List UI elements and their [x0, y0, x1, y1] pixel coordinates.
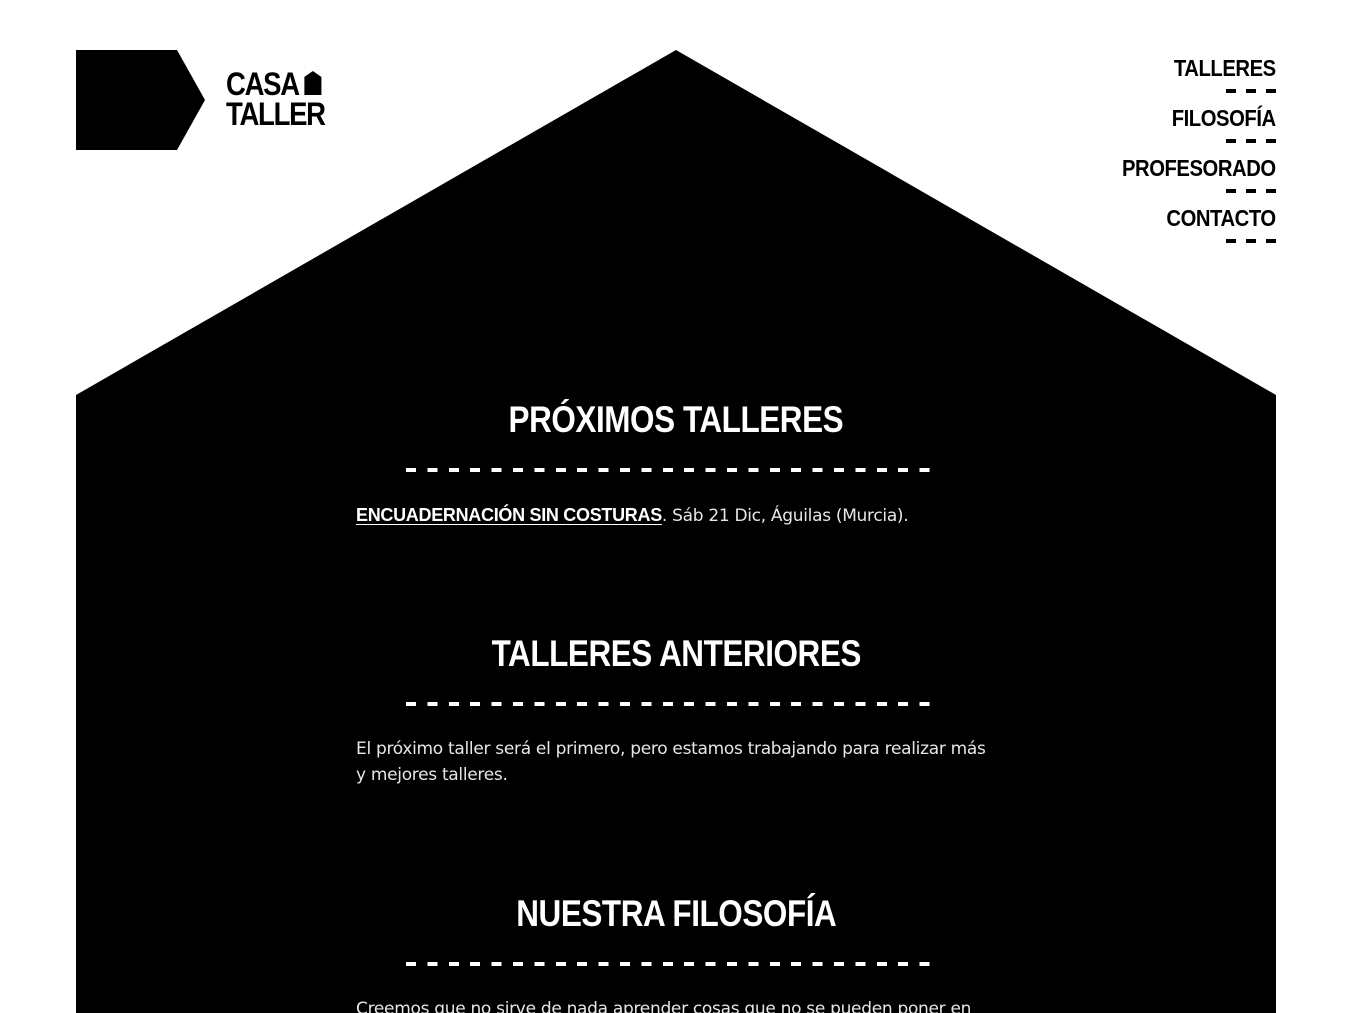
previous-workshops-text: El próximo taller será el primero, pero … [356, 739, 986, 785]
casa-taller-logo[interactable]: CASA TALLER [76, 50, 336, 150]
section-previous-workshops: TALLERES ANTERIORES El próximo taller se… [356, 634, 996, 788]
logo-wordmark: CASA TALLER [226, 68, 326, 132]
dashed-divider [406, 962, 941, 966]
section-title: NUESTRA FILOSOFÍA [515, 893, 837, 934]
section-title: PRÓXIMOS TALLERES [508, 399, 844, 440]
nav-item-talleres[interactable]: TALLERES [1101, 54, 1276, 104]
section-upcoming-workshops: PRÓXIMOS TALLERES ENCUADERNACIÓN SIN COS… [356, 400, 996, 529]
nav-item-label: FILOSOFÍA [1172, 105, 1276, 131]
section-title: TALLERES ANTERIORES [491, 633, 861, 674]
nav-dashed-underline [1226, 189, 1276, 193]
philosophy-text: Creemos que no sirve de nada aprender co… [356, 999, 972, 1013]
logo-line-2: TALLER [226, 96, 326, 132]
nav-dashed-underline [1226, 239, 1276, 243]
workshop-link[interactable]: ENCUADERNACIÓN SIN COSTURAS [356, 505, 662, 525]
nav-item-label: TALLERES [1174, 55, 1276, 81]
dashed-divider [406, 702, 941, 706]
main-navigation: TALLERES FILOSOFÍA PROFESORADO CONTACTO [1101, 54, 1276, 254]
house-icon [303, 71, 322, 95]
nav-item-profesorado[interactable]: PROFESORADO [1101, 154, 1276, 204]
nav-item-filosofia[interactable]: FILOSOFÍA [1101, 104, 1276, 154]
nav-item-label: CONTACTO [1166, 205, 1277, 231]
nav-dashed-underline [1226, 89, 1276, 93]
logo-arrow-block [76, 50, 205, 150]
upcoming-workshop-entry: ENCUADERNACIÓN SIN COSTURAS. Sáb 21 Dic,… [356, 502, 996, 529]
nav-dashed-underline [1226, 139, 1276, 143]
workshop-details: . Sáb 21 Dic, Águilas (Murcia). [661, 506, 909, 526]
nav-item-contacto[interactable]: CONTACTO [1101, 204, 1276, 254]
house-shape-background [76, 50, 1276, 1013]
page: CASA TALLER TALLERES FILOSOFÍA PROFESORA… [0, 0, 1351, 1013]
dashed-divider [406, 468, 941, 472]
section-philosophy: NUESTRA FILOSOFÍA Creemos que no sirve d… [356, 894, 996, 1013]
nav-item-label: PROFESORADO [1122, 155, 1276, 181]
